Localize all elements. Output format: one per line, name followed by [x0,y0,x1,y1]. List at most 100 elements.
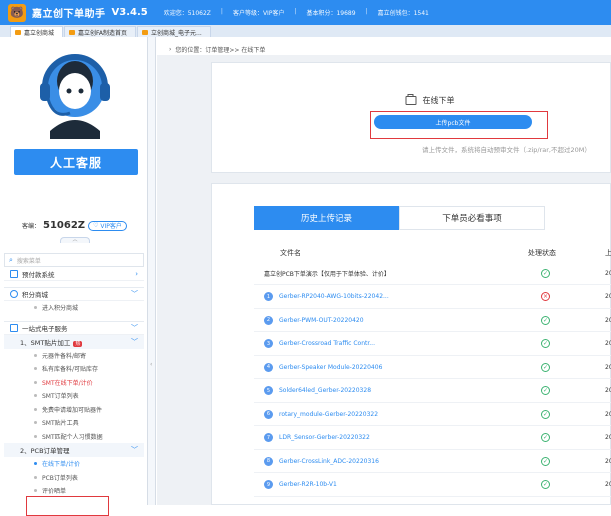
upload-title: 在线下单 [405,94,455,106]
row-index-badge: 3 [264,339,273,348]
upload-hint: 请上传文件，系统将自动预审文件（.zip/rar,不超过20M） [422,146,591,154]
separator: | [220,8,223,15]
vip-icon: ♡ [93,222,101,229]
file-name-link[interactable]: Solder64led_Gerber-20220328 [279,387,371,394]
account-line: 客编： 51062Z ♡ VIP客户 [22,220,127,231]
sidebar-section-pcb[interactable]: 2、PCB订单管理 ﹀ [4,443,144,457]
table-row[interactable]: 8 Gerber-CrossLink_ADC-20220316 ✓ 20 [254,450,611,473]
tab-must-read[interactable]: 下单员必看事项 [399,206,545,230]
file-name-link[interactable]: rotary_module-Gerber-20220322 [279,411,378,418]
hot-badge: 热 [73,340,83,347]
tab-icon [15,29,21,35]
title-bar: 🐻 嘉立创下单助手 V3.4.5 欢迎您：51062Z | 客户等级：VIP客户… [0,0,611,25]
column-upload: 上 [605,249,611,257]
tab-fa-home[interactable]: 嘉立创FA制造首页 [64,26,137,37]
customer-level: 客户等级：VIP客户 [232,10,285,17]
breadcrumb: › 您的位置：订单管理>> 在线下单 [157,44,611,56]
row-index-badge: 7 [264,433,273,442]
file-name-link[interactable]: Gerber-Speaker Module-20220406 [279,364,382,371]
file-name-link[interactable]: Gerber-CrossLink_ADC-20220316 [279,458,379,465]
sidebar-item-smt-4[interactable]: 免费申请增加可贴器件 [4,403,144,417]
sidebar-item-smt-2[interactable]: SMT在线下单/计价 [4,376,144,390]
column-filename: 文件名 [280,249,301,257]
success-status-icon: ✓ [541,456,550,466]
bullet [34,462,37,466]
tab-history[interactable]: 历史上传记录 [254,206,399,230]
wallet: 嘉立创钱包：1541 [377,10,429,17]
table-row[interactable]: 4 Gerber-Speaker Module-20220406 ✓ 20 [254,356,611,379]
sidebar-item-prepay[interactable]: 预付款系统 › [4,267,144,281]
upload-time: 20 [605,410,611,418]
column-status: 处理状态 [528,249,556,257]
success-status-icon: ✓ [541,315,550,325]
chevron-down-icon: ﹀ [131,446,138,454]
row-index-badge: 8 [264,456,273,466]
upload-time: 20 [605,481,611,488]
table-row[interactable]: 7 LDR_Sensor-Gerber-20220322 ✓ 20 [254,427,611,450]
row-index-badge: 6 [264,409,273,419]
collapse-arrow-icon[interactable]: ‹ [150,361,152,368]
upload-time: 20 [605,363,611,371]
sidebar-item-smt-0[interactable]: 元器件备料/邮寄 [4,349,144,363]
table-row[interactable]: 6 rotary_module-Gerber-20220322 ✓ 20 [254,403,611,426]
upload-time: 20 [605,340,611,347]
tab-icon [69,29,76,35]
bullet [34,489,37,493]
upload-time: 20 [605,269,611,277]
sidebar-item-smt-1[interactable]: 私有库备料/可贴库存 [4,362,144,376]
sidebar: 人工客服 客编： 51062Z ♡ VIP客户 ︿ ⌕ 搜索菜单 预付款系统 ›… [0,37,148,516]
account-label: 客编： [22,223,41,230]
collapse-toggle[interactable]: ︿ [60,237,90,243]
search-icon: ⌕ [9,255,13,264]
table-row[interactable]: 9 Gerber-R2R-10b-V1 ✓ 20 [254,474,611,497]
bullet [34,306,37,310]
row-index-badge: 5 [264,386,273,395]
tab-mall[interactable]: 嘉立创商城 [10,26,64,37]
customer-service-button[interactable]: 人工客服 [14,149,138,175]
bear-logo-icon: 🐻 [8,3,26,22]
upload-pcb-button[interactable]: 上传pcb文件 [374,115,532,129]
file-name-link[interactable]: LDR_Sensor-Gerber-20220322 [279,434,370,441]
sidebar-section-smt[interactable]: 1、SMT贴片加工热 ﹀ [4,334,144,349]
row-index-badge: 1 [264,292,273,301]
sidebar-item-one-stop[interactable]: 一站式电子服务 ﹀ [4,320,144,335]
success-status-icon: ✓ [541,433,550,442]
sidebar-item-enter-points[interactable]: 进入积分商城 [4,301,144,315]
chevron-right-icon: › [135,269,138,278]
table-row[interactable]: 3 Gerber-Crossroad Traffic Contr... ✓ 20 [254,333,611,356]
table-row[interactable]: 5 Solder64led_Gerber-20220328 ✓ 20 [254,380,611,403]
vip-badge: ♡ VIP客户 [88,220,127,231]
table-row[interactable]: 2 Gerber-PWM-OUT-20220420 ✓ 20 [254,309,611,332]
sidebar-item-points-mall[interactable]: 积分商城 ﹀ [4,287,144,301]
separator: | [365,8,368,15]
customer-service-avatar-icon [40,54,110,139]
prepay-icon [10,269,18,278]
file-name-link[interactable]: Gerber-R2R-10b-V1 [279,481,337,488]
sidebar-item-smt-3[interactable]: SMT订单列表 [4,389,144,403]
error-status-icon: × [541,292,550,301]
sidebar-item-smt-6[interactable]: SMT匹配个人习惯数据 [4,430,144,444]
file-name-link[interactable]: Gerber-RP2040-AWG-10bits-22042... [279,293,389,300]
account-number: 51062Z [43,220,86,231]
table-row[interactable]: 嘉立创PCB下单演示【仅用于下单体验、计价】 ✓ 20 [254,262,611,285]
tab-lcsc[interactable]: 立创商城_电子元... [137,26,211,37]
success-status-icon: ✓ [541,362,550,372]
row-index-badge: 4 [264,362,273,372]
row-index-badge: 9 [264,480,273,489]
breadcrumb-arrow-icon: › [169,46,172,53]
file-name-link[interactable]: Gerber-Crossroad Traffic Contr... [279,340,375,347]
sidebar-item-pcb-online-order[interactable]: 在线下单/计价 [4,457,144,471]
search-input[interactable]: 搜索菜单 [17,256,41,265]
sidebar-item-smt-5[interactable]: SMT贴片工具 [4,416,144,430]
customer-service-panel: 人工客服 [14,43,138,203]
main-content: 在线下单 上传pcb文件 请上传文件，系统将自动预审文件（.zip/rar,不超… [157,56,611,505]
file-name-link[interactable]: Gerber-PWM-OUT-20220420 [279,317,364,324]
sidebar-item-pcb-orders[interactable]: PCB订单列表 [4,471,144,485]
table-row[interactable]: 1 Gerber-RP2040-AWG-10bits-22042... × 20 [254,286,611,309]
upload-panel: 在线下单 上传pcb文件 请上传文件，系统将自动预审文件（.zip/rar,不超… [211,62,611,173]
success-status-icon: ✓ [541,386,550,395]
base-points: 基本积分：19689 [306,10,356,17]
bullet [34,421,37,425]
sidebar-splitter[interactable]: ‹ [148,37,156,505]
menu-search[interactable]: ⌕ 搜索菜单 [4,253,144,267]
